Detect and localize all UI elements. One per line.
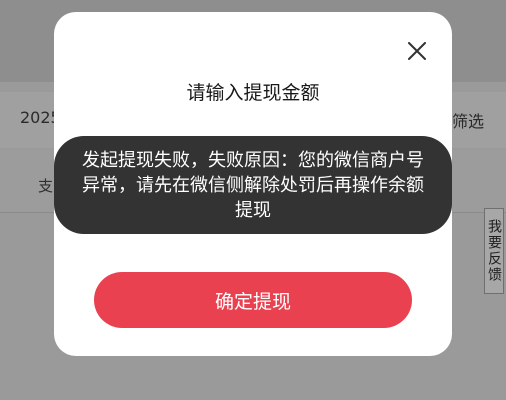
close-button[interactable] (404, 38, 430, 64)
feedback-label: 我要反馈 (486, 219, 502, 283)
tab-item[interactable]: 支 (38, 175, 53, 196)
error-toast: 发起提现失败，失败原因：您的微信商户号异常，请先在微信侧解除处罚后再操作余额提现 (54, 136, 452, 234)
feedback-button[interactable]: 我要反馈 (484, 208, 504, 294)
close-icon (408, 42, 426, 60)
dialog-title: 请输入提现金额 (186, 82, 320, 104)
filter-button[interactable]: 筛选 (452, 108, 484, 132)
confirm-withdraw-button[interactable]: 确定提现 (94, 272, 412, 328)
toast-message: 发起提现失败，失败原因：您的微信商户号异常，请先在微信侧解除处罚后再操作余额提现 (82, 149, 424, 221)
